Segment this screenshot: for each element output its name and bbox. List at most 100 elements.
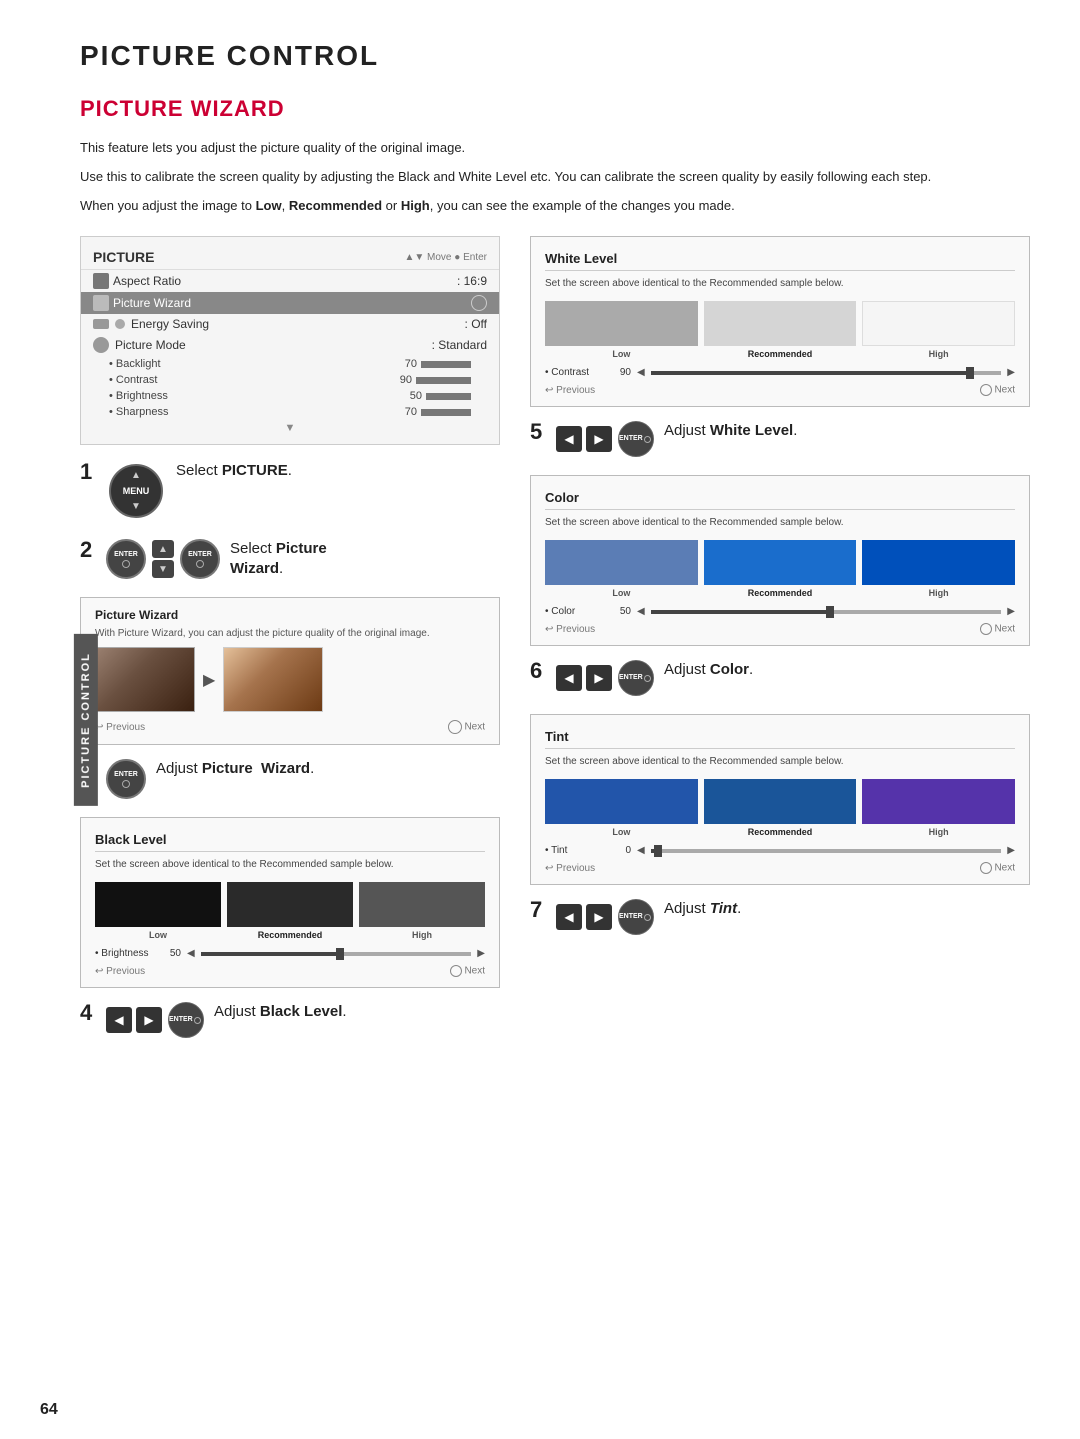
step4-enter: ENTER [168, 1002, 204, 1038]
menu-nav-hint: ▲▼ Move ● Enter [404, 252, 487, 263]
menu-title: PICTURE [93, 249, 154, 265]
step2-number: 2 [80, 539, 96, 561]
bl-slider-thumb [336, 948, 344, 960]
wizard-prev: ↩ Previous [95, 722, 145, 733]
color-panel: Color Set the screen above identical to … [530, 475, 1030, 646]
bl-next: Next [450, 965, 485, 977]
color-slider: • Color 50 ◀ ▶ [545, 606, 1015, 617]
wl-slider-left: ◀ [637, 367, 645, 378]
step6-right: ▶ [586, 665, 612, 691]
tint-footer: ↩ Previous Next [545, 862, 1015, 874]
aspect-value: : 16:9 [457, 274, 487, 288]
tl-high-bar [862, 779, 1015, 824]
step5-number: 5 [530, 421, 546, 443]
brightness-value: 50 [410, 390, 422, 402]
menu-row-mode: Picture Mode : Standard [81, 334, 499, 356]
wl-high-bar [862, 301, 1015, 346]
white-level-panel: White Level Set the screen above identic… [530, 236, 1030, 407]
step-3: 3 ENTER Adjust Picture Wizard. [80, 759, 500, 799]
step6-text: Adjust Color. [664, 660, 753, 680]
color-prev: ↩ Previous [545, 624, 595, 635]
color-next: Next [980, 623, 1015, 635]
step-2: 2 ENTER ▲ ▼ ENTER Select Pi [80, 539, 500, 579]
black-level-panel: Black Level Set the screen above identic… [80, 817, 500, 988]
step-1: 1 ▲ ▼ MENU Select PICTURE. [80, 461, 500, 521]
tint-prev: ↩ Previous [545, 863, 595, 874]
wl-high-label: High [929, 349, 949, 359]
tint-samples: Low Recommended High [545, 779, 1015, 837]
page-title: PICTURE CONTROL [80, 40, 1030, 72]
tl-rec-label: Recommended [748, 827, 813, 837]
cl-low-bar [545, 540, 698, 585]
tl-high-label: High [929, 827, 949, 837]
cl-rec-sample: Recommended [704, 540, 857, 598]
wl-slider-value: 90 [611, 367, 631, 378]
energy-label: Energy Saving [131, 317, 209, 331]
wizard-panel: Picture Wizard With Picture Wizard, you … [80, 597, 500, 745]
wizard-img-after [223, 647, 323, 712]
bl-slider-fill [201, 952, 336, 956]
step7-left: ◀ [556, 904, 582, 930]
step2-controls: ENTER ▲ ▼ ENTER [106, 539, 220, 579]
bl-rec-bar [227, 882, 353, 927]
tl-low-sample: Low [545, 779, 698, 837]
white-level-desc: Set the screen above identical to the Re… [545, 277, 1015, 291]
step4-left: ◀ [106, 1007, 132, 1033]
contrast-value: 90 [400, 374, 412, 386]
tl-low-bar [545, 779, 698, 824]
intro-line1: This feature lets you adjust the picture… [80, 138, 1030, 159]
cl-high-label: High [929, 588, 949, 598]
step7-right: ▶ [586, 904, 612, 930]
color-slider-right: ▶ [1007, 606, 1015, 617]
color-title: Color [545, 486, 1015, 510]
tint-slider-value: 0 [611, 845, 631, 856]
step7-number: 7 [530, 899, 546, 921]
wl-slider-label: • Contrast [545, 367, 605, 378]
color-footer: ↩ Previous Next [545, 623, 1015, 635]
wl-next: Next [980, 384, 1015, 396]
step6-left: ◀ [556, 665, 582, 691]
section-title: PICTURE WIZARD [80, 96, 1030, 122]
wl-rec-bar [704, 301, 857, 346]
wl-low-bar [545, 301, 698, 346]
tint-panel: Tint Set the screen above identical to t… [530, 714, 1030, 885]
tl-rec-bar [704, 779, 857, 824]
bl-rec-label: Recommended [258, 930, 323, 940]
black-level-slider: • Brightness 50 ◀ ▶ [95, 948, 485, 959]
mode-value: : Standard [432, 338, 487, 352]
wizard-panel-title: Picture Wizard [95, 608, 485, 622]
bl-rec-sample: Recommended [227, 882, 353, 940]
wl-rec-sample: Recommended [704, 301, 857, 359]
tint-next: Next [980, 862, 1015, 874]
black-level-desc: Set the screen above identical to the Re… [95, 858, 485, 872]
white-level-title: White Level [545, 247, 1015, 271]
color-slider-left: ◀ [637, 606, 645, 617]
tint-slider: • Tint 0 ◀ ▶ [545, 845, 1015, 856]
wl-slider-right: ▶ [1007, 367, 1015, 378]
bl-prev: ↩ Previous [95, 966, 145, 977]
wl-high-sample: High [862, 301, 1015, 359]
wl-slider-fill [651, 371, 967, 375]
tint-slider-left: ◀ [637, 845, 645, 856]
black-level-title: Black Level [95, 828, 485, 852]
cl-high-bar [862, 540, 1015, 585]
tint-slider-track [651, 849, 1002, 853]
wizard-panel-desc: With Picture Wizard, you can adjust the … [95, 628, 485, 639]
step6-number: 6 [530, 660, 546, 682]
color-slider-track [651, 610, 1002, 614]
bl-footer: ↩ Previous Next [95, 965, 485, 977]
step-6: 6 ◀ ▶ ENTER Adjust Color. [530, 660, 1030, 696]
bl-slider-right: ▶ [477, 948, 485, 959]
side-tab: PICTURE CONTROL [74, 634, 98, 806]
step5-text: Adjust White Level. [664, 421, 797, 441]
tl-low-label: Low [612, 827, 630, 837]
sharpness-value: 70 [405, 406, 417, 418]
menu-row-energy: Energy Saving : Off [81, 314, 499, 334]
step-7: 7 ◀ ▶ ENTER Adjust Tint. [530, 899, 1030, 935]
bl-high-label: High [412, 930, 432, 940]
tl-high-sample: High [862, 779, 1015, 837]
wizard-arrow: ▶ [203, 670, 215, 690]
wl-footer: ↩ Previous Next [545, 384, 1015, 396]
menu-mockup: PICTURE ▲▼ Move ● Enter Aspect Ratio : 1… [80, 236, 500, 445]
backlight-label: • Backlight [109, 358, 161, 370]
